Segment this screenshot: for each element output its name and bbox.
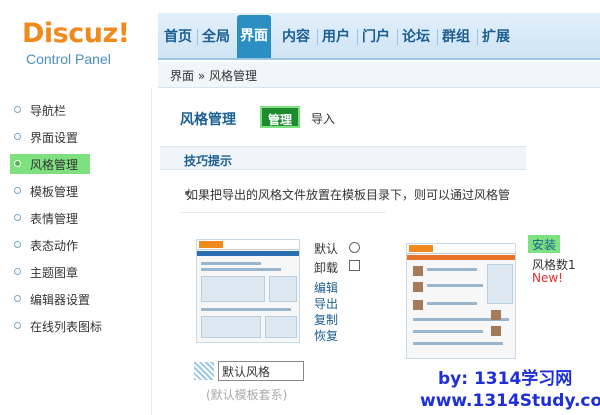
watermark-line2: www.1314Study.com (420, 391, 600, 411)
thumbnail-header (407, 244, 515, 254)
sidebar-item-label: 风格管理 (30, 158, 79, 172)
nav-separator (477, 29, 478, 45)
tab-import[interactable]: 导入 (311, 110, 335, 127)
divider (180, 212, 386, 213)
uninstall-checkbox[interactable] (349, 260, 360, 271)
sidebar-item-navbar[interactable]: 导航栏 (10, 100, 150, 120)
sidebar-item-style-management[interactable]: 风格管理 (10, 154, 90, 174)
thumbnail-avatar (491, 310, 501, 320)
logo[interactable]: Discuz! Control Panel (22, 18, 132, 67)
nav-item-content[interactable]: 内容 (282, 26, 310, 46)
page-title: 风格管理 (180, 112, 236, 128)
sidebar-item-editor-settings[interactable]: 编辑器设置 (10, 289, 150, 309)
thumbnail-panel (269, 276, 297, 302)
sidebar: 导航栏 界面设置 风格管理 模板管理 表情管理 表态动作 主题图章 编辑器设置 … (0, 88, 152, 415)
install-button[interactable]: 安装 (528, 235, 561, 253)
thumbnail-panel (265, 316, 297, 338)
tab-manage[interactable]: 管理 (260, 106, 301, 128)
bullet-icon (14, 268, 21, 275)
top-navigation: 首页 全局 界面 内容 用户 门户 论坛 群组 扩展 (158, 13, 600, 60)
copy-link[interactable]: 复制 (314, 311, 338, 328)
default-option-label: 默认 (314, 242, 339, 256)
sidebar-item-label: 表态动作 (30, 239, 79, 253)
thumbnail-panel (201, 316, 261, 338)
sidebar-item-label: 主题图章 (30, 266, 79, 280)
breadcrumb: 界面 » 风格管理 (170, 69, 257, 83)
nav-separator (357, 29, 358, 45)
nav-item-global[interactable]: 全局 (202, 26, 230, 46)
nav-item-home[interactable]: 首页 (164, 26, 192, 46)
default-style-radio[interactable] (349, 242, 360, 253)
sidebar-item-smiley-management[interactable]: 表情管理 (10, 208, 150, 228)
tips-text: 如果把导出的风格文件放置在模板目录下，则可以通过风格管 (186, 188, 511, 202)
uninstall-option-label: 卸载 (314, 261, 339, 275)
nav-item-extend[interactable]: 扩展 (482, 26, 510, 46)
export-link[interactable]: 导出 (314, 295, 338, 312)
thumbnail-logo (199, 241, 223, 248)
thumbnail-row (427, 302, 477, 305)
thumbnail-avatar (413, 266, 423, 276)
thumbnail-panel (487, 264, 513, 304)
tips-header: 技巧提示 (160, 146, 526, 170)
nav-separator (197, 29, 198, 45)
thumbnail-avatar (413, 282, 423, 292)
watermark-line1: by: 1314学习网 (438, 369, 573, 389)
new-badge: New! (532, 271, 563, 285)
default-style-thumbnail (196, 239, 300, 343)
thumbnail-logo (409, 245, 433, 252)
logo-name: Discuz! (22, 18, 130, 49)
nav-item-users[interactable]: 用户 (322, 26, 350, 46)
sidebar-item-online-list-icons[interactable]: 在线列表图标 (10, 316, 150, 336)
sidebar-item-label: 编辑器设置 (30, 293, 91, 307)
bullet-icon (14, 133, 21, 140)
nav-separator (397, 29, 398, 45)
bullet-icon (14, 160, 21, 167)
edit-link[interactable]: 编辑 (314, 279, 338, 296)
sidebar-item-label: 在线列表图标 (30, 320, 103, 334)
nav-separator (437, 29, 438, 45)
sidebar-item-label: 界面设置 (30, 131, 79, 145)
bullet-icon (14, 106, 21, 113)
sidebar-item-label: 导航栏 (30, 104, 67, 118)
restore-link[interactable]: 恢复 (314, 327, 338, 344)
nav-item-interface[interactable]: 界面 (237, 15, 271, 58)
bullet-icon (14, 322, 21, 329)
thumbnail-navbar (407, 255, 515, 260)
style-name-input[interactable] (218, 361, 304, 381)
sidebar-item-interface-settings[interactable]: 界面设置 (10, 127, 150, 147)
thumbnail-row (413, 342, 503, 345)
logo-subtitle: Control Panel (26, 51, 111, 67)
thumbnail-panel (201, 276, 265, 302)
thumbnail-avatar (491, 326, 501, 336)
default-template-caption: (默认模板套系) (206, 388, 288, 402)
sidebar-item-label: 模板管理 (30, 185, 79, 199)
thumbnail-row (201, 308, 291, 311)
thumbnail-avatar (413, 300, 423, 310)
thumbnail-navbar (197, 251, 299, 256)
sidebar-item-thread-stamps[interactable]: 主题图章 (10, 262, 150, 282)
nav-separator (317, 29, 318, 45)
bullet-icon (14, 241, 21, 248)
sidebar-item-label: 表情管理 (30, 212, 79, 226)
thumbnail-row (201, 262, 261, 265)
sidebar-item-template-management[interactable]: 模板管理 (10, 181, 150, 201)
sidebar-item-reactions[interactable]: 表态动作 (10, 235, 150, 255)
bullet-icon (14, 214, 21, 221)
thumbnail-row (413, 330, 483, 333)
nav-item-portal[interactable]: 门户 (362, 26, 390, 46)
tips-title: 技巧提示 (184, 154, 233, 168)
thumbnail-row (201, 268, 281, 271)
bullet-icon (14, 295, 21, 302)
nav-item-forum[interactable]: 论坛 (402, 26, 430, 46)
thumbnail-row (427, 284, 483, 287)
watermark: by: 1314学习网 www.1314Study.com (420, 368, 600, 412)
thumbnail-header (197, 240, 299, 250)
nav-item-groups[interactable]: 群组 (442, 26, 470, 46)
style1-thumbnail (406, 243, 516, 359)
bullet-icon (14, 187, 21, 194)
breadcrumb-bar: 界面 » 风格管理 (158, 62, 600, 88)
style-color-swatch (194, 362, 214, 380)
thumbnail-row (427, 268, 477, 271)
